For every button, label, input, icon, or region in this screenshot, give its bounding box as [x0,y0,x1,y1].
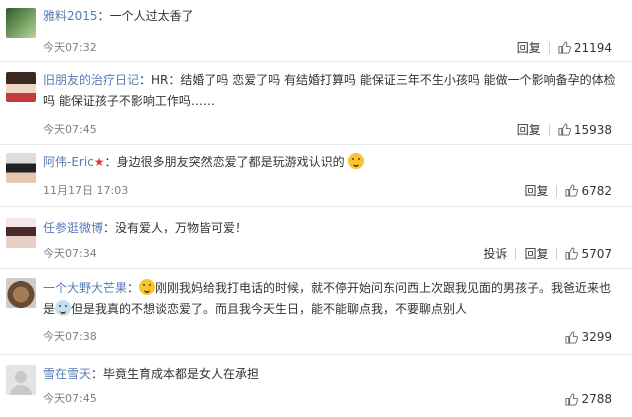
like-button[interactable]: 2788 [565,392,612,406]
like-button[interactable]: 5707 [565,247,612,261]
like-button[interactable]: 21194 [558,41,612,55]
comment-body: 雅料2015：一个人过太香了 [43,9,194,23]
username[interactable]: 阿伟-Eric [43,155,94,169]
divider [515,247,517,260]
username[interactable]: 任参逛微博 [43,221,103,235]
emoji-icon [348,153,365,169]
divider [548,123,550,136]
avatar[interactable] [6,72,36,102]
comment-actions: 回复 15938 [503,121,612,138]
timestamp: 今天07:34 [43,247,97,260]
comment-body: 任参逛微博：没有爱人，万物皆可爱！ [43,221,248,235]
thumbs-up-icon [565,247,579,260]
emoji-icon [139,279,156,295]
like-count: 5707 [581,246,612,261]
comment-item: 旧朋友的治疗日记：HR：结婚了吗 恋爱了吗 有结婚打算吗 能保证三年不生小孩吗 … [0,62,632,145]
thumbs-up-icon [565,330,579,344]
avatar[interactable] [6,153,36,183]
timestamp: 11月17日 17:03 [43,184,129,197]
comment-text: 没有爱人，万物皆可爱！ [115,221,248,235]
like-count: 15938 [573,122,612,137]
comment-item: 雅料2015：一个人过太香了 今天07:32 回复 21194 [0,0,632,62]
comment-actions: 2788 [557,392,612,406]
comment-text: 一个人过太香了 [109,9,194,23]
timestamp: 今天07:32 [43,41,97,54]
comment-item: 一个大野大芒果： 刚刚我妈给我打电话的时候，就不停开始问东问西上次跟我见面的男孩子… [0,269,632,355]
comment-body: 旧朋友的治疗日记：HR：结婚了吗 恋爱了吗 有结婚打算吗 能保证三年不生小孩吗 … [43,73,616,108]
comment-item: 雪在雪天：毕竟生育成本都是女人在承担 今天07:45 2788 [0,355,632,417]
thumbs-up-icon [558,123,571,136]
star-icon: ★ [93,155,105,169]
comment-actions: 3299 [557,330,612,344]
comment-text: 毕竟生育成本都是女人在承担 [103,367,260,381]
like-count: 21194 [573,40,612,55]
like-button[interactable]: 6782 [565,184,612,198]
thumbs-up-icon [558,41,571,54]
emoji-icon [55,300,72,316]
like-count: 6782 [581,183,612,198]
reply-button[interactable]: 回复 [524,182,548,199]
username[interactable]: 旧朋友的治疗日记 [43,73,139,87]
like-count: 2788 [581,392,612,406]
comment-text: 身边很多朋友突然恋爱了都是玩游戏认识的 [116,155,345,169]
thumbs-up-icon [565,184,579,197]
comment-actions: 回复 6782 [510,182,612,199]
comment-actions: 回复 21194 [503,39,612,56]
comment-body: 一个大野大芒果： 刚刚我妈给我打电话的时候，就不停开始问东问西上次跟我见面的男孩子… [43,279,612,316]
like-button[interactable]: 15938 [558,123,612,137]
like-count: 3299 [581,330,612,344]
avatar[interactable] [6,8,36,38]
reply-button[interactable]: 回复 [517,39,541,56]
username[interactable]: 雪在雪天 [43,367,91,381]
username[interactable]: 一个大野大芒果 [43,281,127,295]
divider [556,247,558,260]
avatar[interactable] [6,278,36,308]
avatar[interactable] [6,218,36,248]
comment-text-continued: 但是我真的不想谈恋爱了。而且我今天生日，能不能聊点我，不要聊点别人 [71,302,468,316]
avatar[interactable] [6,365,36,395]
username[interactable]: 雅料2015 [43,9,98,23]
comment-item: 任参逛微博：没有爱人，万物皆可爱！ 今天07:34 投诉 回复 5707 [0,207,632,269]
timestamp: 今天07:45 [43,123,97,136]
thumbs-up-icon [565,392,579,406]
comment-body: 阿伟-Eric★：身边很多朋友突然恋爱了都是玩游戏认识的 [43,152,620,173]
divider [556,184,558,197]
comment-item: 阿伟-Eric★：身边很多朋友突然恋爱了都是玩游戏认识的 11月17日 17:0… [0,145,632,207]
reply-button[interactable]: 回复 [524,245,548,262]
timestamp: 今天07:38 [43,330,97,343]
like-button[interactable]: 3299 [565,330,612,344]
timestamp: 今天07:45 [43,392,97,405]
divider [548,41,550,54]
comment-actions: 投诉 回复 5707 [469,245,612,262]
report-button[interactable]: 投诉 [483,245,507,262]
comment-list: 雅料2015：一个人过太香了 今天07:32 回复 21194 旧朋友的治疗日记… [0,0,632,417]
reply-button[interactable]: 回复 [517,121,541,138]
default-user-icon [10,371,32,395]
comment-body: 雪在雪天：毕竟生育成本都是女人在承担 [43,367,260,381]
